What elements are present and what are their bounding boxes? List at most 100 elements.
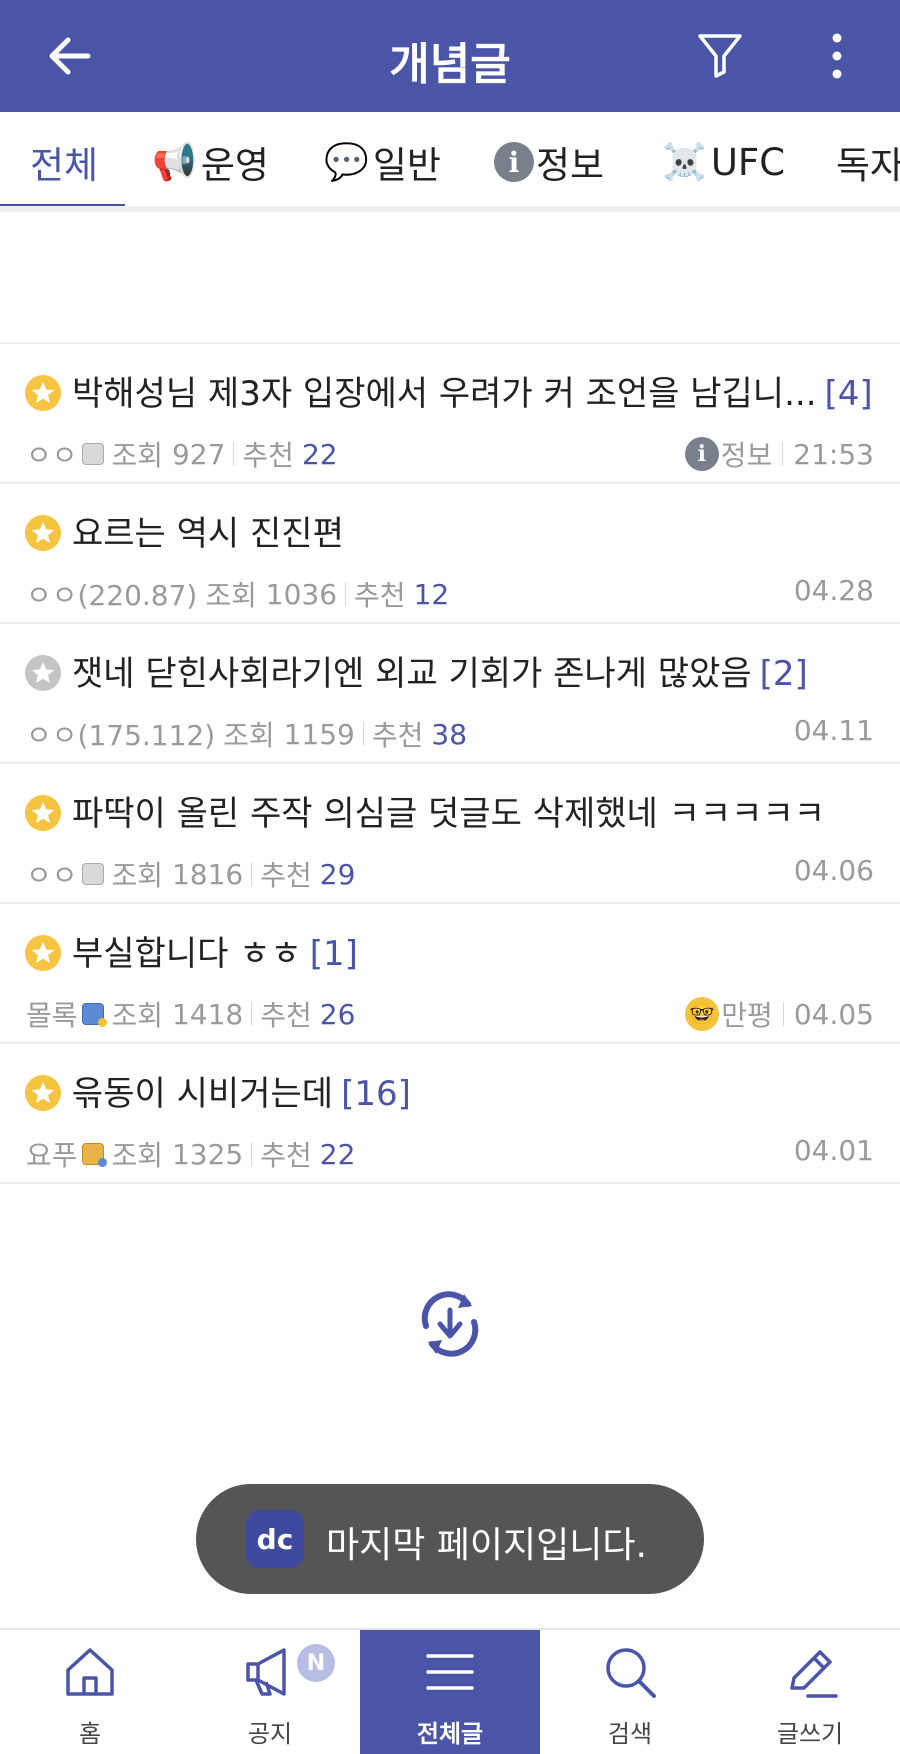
post-author[interactable]: ㅇㅇ	[26, 434, 78, 474]
views-label: 조회	[111, 1139, 164, 1172]
post-row[interactable]: 파딱이 올린 주작 의심글 덧글도 삭제했네 ㅋㅋㅋㅋㅋ ㅇㅇ 조회 1816 추천 2…	[0, 764, 900, 904]
tab-general[interactable]: 💬 일반	[324, 112, 441, 206]
pen-icon	[790, 1650, 838, 1698]
views-count: 1036	[265, 577, 338, 611]
tab-operation[interactable]: 📢 운영	[152, 112, 269, 206]
post-author[interactable]: ㅇㅇ(220.87)	[26, 574, 197, 614]
dc-logo-icon: dc	[246, 1510, 304, 1568]
comment-count: [16]	[341, 1074, 411, 1114]
post-time: 04.05	[793, 997, 874, 1031]
tab-all[interactable]: 전체	[30, 112, 99, 206]
post-author[interactable]: ㅇㅇ(175.112)	[26, 714, 215, 754]
post-category: 정보	[720, 439, 773, 472]
post-row[interactable]: 박해성님 제3자 입장에서 우려가 커 조언을 남깁니... [4] ㅇㅇ 조회 92…	[0, 344, 900, 484]
app-header: 개념글	[0, 0, 900, 112]
recommend-label: 추천	[371, 719, 424, 752]
recommend-star-gray-icon	[25, 655, 61, 691]
post-title[interactable]: 박해성님 제3자 입장에서 우려가 커 조언을 남깁니... [4]	[72, 366, 880, 415]
megaphone-icon	[246, 1648, 286, 1696]
active-tab-indicator	[0, 204, 125, 206]
tab-label: UFC	[710, 140, 786, 184]
speech-balloon-emoji-icon: 💬	[324, 142, 369, 183]
post-row[interactable]: 잿네 닫힌사회라기엔 외교 기회가 존나게 많았음 [2] ㅇㅇ(175.112) 조…	[0, 624, 900, 764]
nav-write[interactable]: 글쓰기	[720, 1630, 900, 1754]
member-level-icon	[81, 863, 104, 885]
skull-crossbones-emoji-icon: ☠️	[662, 142, 707, 183]
post-time: 21:53	[793, 437, 874, 471]
post-time: 04.06	[793, 854, 874, 887]
tab-reader[interactable]: 독자	[836, 112, 900, 206]
post-meta: 요푸 조회 1325 추천 22	[26, 1134, 355, 1174]
post-meta: ㅇㅇ 조회 1816 추천 29	[26, 854, 355, 894]
search-icon	[606, 1648, 656, 1698]
meta-separator	[345, 582, 347, 606]
recommend-count: 26	[319, 997, 356, 1031]
member-level-icon	[81, 1143, 107, 1167]
info-icon: i	[684, 437, 719, 471]
post-title[interactable]: 잿네 닫힌사회라기엔 외교 기회가 존나게 많았음 [2]	[72, 646, 880, 695]
post-title[interactable]: 파딱이 올린 주작 의심글 덧글도 삭제했네 ㅋㅋㅋㅋㅋ	[72, 786, 880, 835]
nav-notice[interactable]: 공지	[180, 1630, 360, 1754]
recommend-count: 12	[413, 577, 450, 611]
post-time: 04.11	[793, 714, 874, 747]
views-label: 조회	[111, 859, 164, 892]
more-options-icon[interactable]	[822, 32, 852, 80]
post-title-text: 잿네 닫힌사회라기엔 외교 기회가 존나게 많았음	[72, 654, 752, 694]
post-author[interactable]: 몰록	[26, 994, 78, 1034]
nav-label: 전체글	[416, 1720, 484, 1748]
meta-separator	[251, 1002, 253, 1026]
nav-label: 홈	[78, 1720, 102, 1748]
post-author[interactable]: 요푸	[26, 1134, 78, 1174]
recommend-count: 38	[431, 717, 468, 751]
post-row[interactable]: 부실합니다 ㅎㅎ [1] 몰록 조회 1418 추천 26 🤓 만평 04.05	[0, 904, 900, 1044]
post-title[interactable]: 요르는 역시 진진편	[72, 506, 880, 555]
post-right-meta: i 정보 21:53	[684, 434, 874, 474]
nav-home[interactable]: 홈	[0, 1630, 180, 1754]
bottom-navigation: 홈 공지 N 전체글 검색 글쓰기	[0, 1628, 900, 1754]
megaphone-emoji-icon: 📢	[152, 142, 197, 183]
post-title-text: 요르는 역시 진진편	[72, 514, 344, 554]
post-author[interactable]: ㅇㅇ	[26, 854, 78, 894]
post-title-text: 파딱이 올린 주작 의심글 덧글도 삭제했네 ㅋㅋㅋㅋㅋ	[72, 794, 826, 834]
tab-label: 전체	[30, 144, 99, 187]
refresh-icon[interactable]	[412, 1286, 488, 1362]
member-level-icon	[81, 1003, 107, 1027]
toast-message: dc 마지막 페이지입니다.	[196, 1484, 704, 1594]
comment-count: [2]	[759, 654, 808, 694]
post-row[interactable]: 요르는 역시 진진편 ㅇㅇ(220.87) 조회 1036 추천 12 04.28	[0, 484, 900, 624]
recommend-label: 추천	[260, 999, 312, 1032]
post-row[interactable]: 윾동이 시비거는데 [16] 요푸 조회 1325 추천 22 04.01	[0, 1044, 900, 1184]
post-title-text: 윾동이 시비거는데	[72, 1074, 334, 1114]
post-right-meta: 04.01	[794, 1134, 874, 1167]
nav-label: 검색	[607, 1720, 653, 1748]
page-title: 개념글	[389, 39, 511, 90]
recommend-label: 추천	[354, 579, 406, 612]
views-count: 1325	[171, 1137, 244, 1171]
tab-info[interactable]: i 정보	[494, 112, 604, 206]
post-right-meta: 04.28	[794, 574, 874, 607]
nav-search[interactable]: 검색	[540, 1630, 720, 1754]
post-title[interactable]: 윾동이 시비거는데 [16]	[72, 1066, 880, 1115]
nav-all-posts[interactable]: 전체글	[360, 1630, 540, 1754]
meta-separator	[233, 442, 235, 466]
meta-separator	[362, 722, 364, 746]
views-count: 1159	[283, 717, 355, 751]
tab-label: 일반	[372, 144, 441, 187]
meta-separator	[782, 1002, 784, 1026]
filter-icon[interactable]	[696, 30, 744, 80]
post-right-meta: 04.11	[794, 714, 874, 747]
views-count: 927	[171, 437, 226, 471]
new-badge: N	[297, 1644, 335, 1682]
member-level-icon	[81, 443, 104, 465]
views-count: 1418	[171, 997, 244, 1031]
nerd-face-emoji: 🤓	[685, 997, 720, 1031]
post-title[interactable]: 부실합니다 ㅎㅎ [1]	[72, 926, 880, 975]
recommend-star-icon	[25, 375, 61, 411]
post-right-meta: 🤓 만평 04.05	[685, 994, 874, 1034]
post-title-text: 박해성님 제3자 입장에서 우려가 커 조언을 남깁니...	[72, 374, 817, 414]
menu-icon	[426, 1654, 474, 1690]
post-right-meta: 04.06	[794, 854, 874, 887]
views-label: 조회	[205, 579, 257, 612]
category-tabs: 전체 📢 운영 💬 일반 i 정보 ☠️ UFC 독자	[0, 112, 900, 212]
tab-ufc[interactable]: ☠️ UFC	[662, 112, 786, 206]
